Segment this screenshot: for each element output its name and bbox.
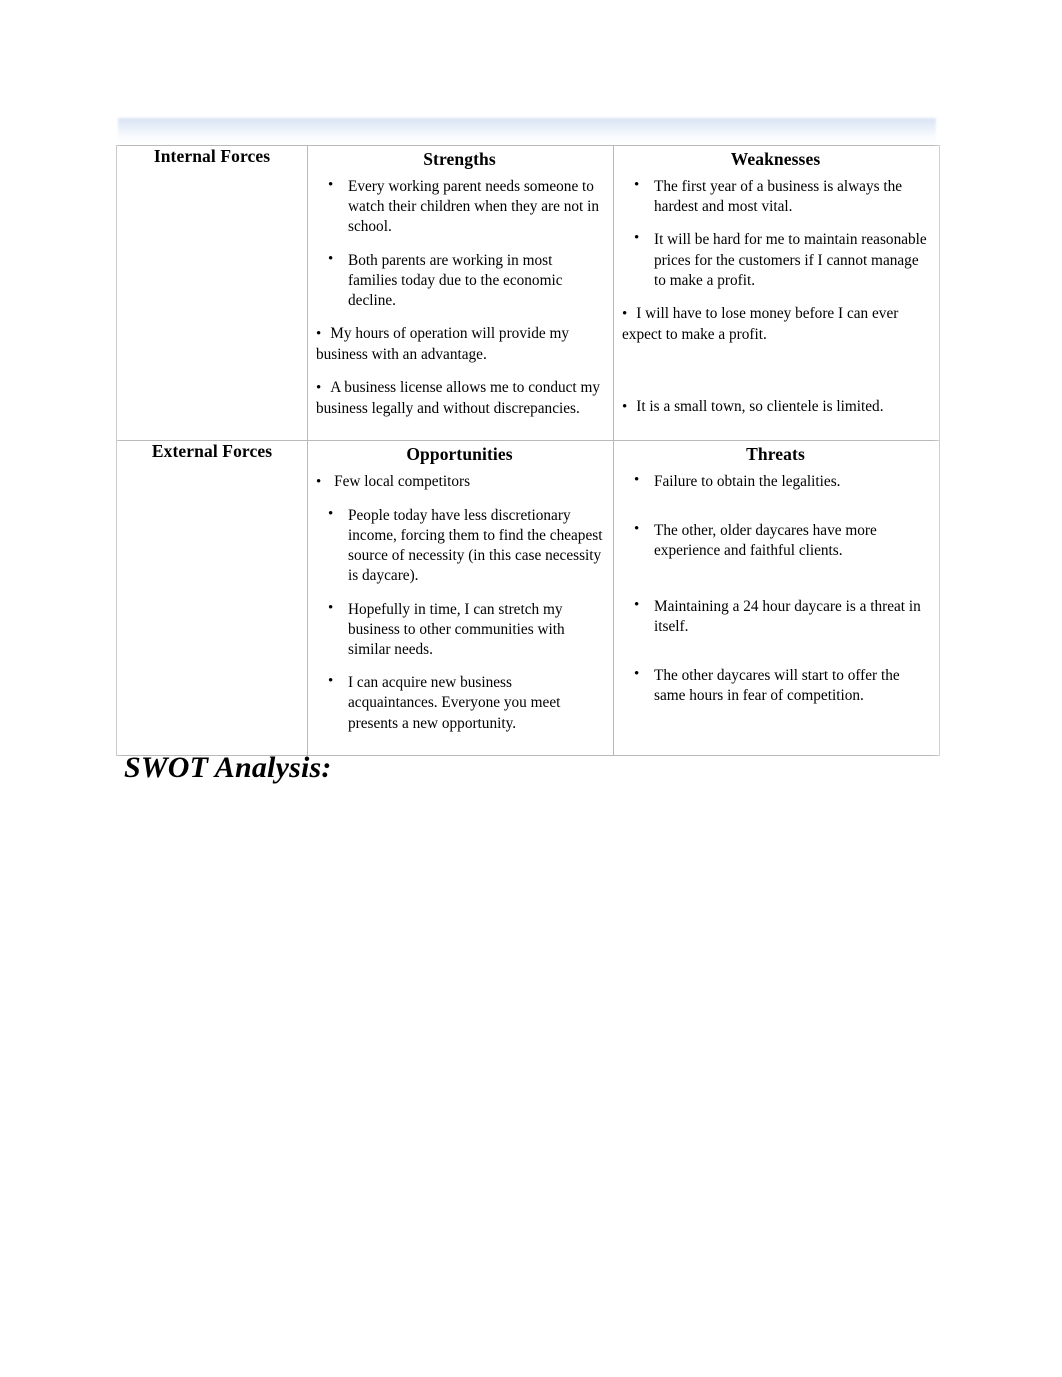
list-item: People today have less discretionary inc… [316, 505, 603, 587]
list-item: It will be hard for me to maintain reaso… [622, 229, 929, 291]
list-item: Maintaining a 24 hour daycare is a threa… [622, 596, 929, 637]
list-item: Hopefully in time, I can stretch my busi… [316, 599, 603, 661]
forces-label-internal: Internal Forces [116, 144, 308, 442]
quadrant-strengths: Strengths Every working parent needs som… [307, 144, 614, 442]
list-item-text: People today have less discretionary inc… [348, 506, 603, 585]
table-row: External Forces Opportunities Few local … [116, 440, 940, 756]
bullet-icon [316, 379, 330, 396]
quadrant-opportunities: Opportunities Few local competitors Peop… [307, 440, 614, 756]
list-item-text: A business license allows me to conduct … [316, 379, 601, 417]
quadrant-title-threats: Threats [746, 444, 805, 465]
list-item: I will have to lose money before I can e… [622, 304, 929, 345]
list-item-text: The other daycares will start to offer t… [654, 667, 900, 705]
bullet-icon [316, 473, 334, 490]
list-item-text: Maintaining a 24 hour daycare is a threa… [654, 597, 921, 635]
quadrant-title-weaknesses: Weaknesses [730, 149, 821, 169]
bullet-list-weaknesses: The first year of a business is always t… [622, 176, 929, 418]
quadrant-threats: Threats Failure to obtain the legalities… [613, 440, 940, 756]
bullet-icon [622, 398, 636, 415]
list-item: I can acquire new business acquaintances… [316, 672, 603, 734]
list-item: Both parents are working in most familie… [316, 250, 603, 312]
list-item-text: It is a small town, so clientele is limi… [636, 397, 884, 415]
list-item: A business license allows me to conduct … [316, 378, 603, 419]
list-item: The first year of a business is always t… [622, 176, 929, 217]
list-item-text: Hopefully in time, I can stretch my busi… [348, 600, 565, 659]
list-item-text: My hours of operation will provide my bu… [316, 325, 570, 363]
list-item-text: Both parents are working in most familie… [348, 251, 563, 309]
page-title: SWOT Analysis: [124, 751, 332, 784]
list-item-text: I can acquire new business acquaintances… [348, 674, 561, 732]
forces-label-external: External Forces [116, 440, 308, 756]
list-item: The other, older daycares have more expe… [622, 520, 929, 561]
list-item: My hours of operation will provide my bu… [316, 324, 603, 365]
list-item-text: I will have to lose money before I can e… [622, 304, 899, 343]
bullet-icon [316, 325, 330, 342]
list-item-text: It will be hard for me to maintain reaso… [654, 231, 927, 289]
bullet-list-opportunities: Few local competitors People today have … [316, 472, 603, 734]
swot-matrix-table: Internal Forces Strengths Every working … [116, 144, 940, 756]
quadrant-weaknesses: Weaknesses The first year of a business … [613, 144, 940, 442]
list-item: It is a small town, so clientele is limi… [622, 397, 929, 418]
list-item: The other daycares will start to offer t… [622, 665, 929, 706]
document-page: Internal Forces Strengths Every working … [0, 0, 1062, 1377]
list-item: Every working parent needs someone to wa… [316, 176, 603, 238]
list-item-text: Failure to obtain the legalities. [654, 473, 841, 491]
list-item-text: Every working parent needs someone to wa… [348, 178, 600, 236]
bullet-icon [622, 305, 636, 322]
list-item: Failure to obtain the legalities. [622, 471, 929, 492]
quadrant-title-strengths: Strengths [423, 149, 496, 169]
bullet-list-strengths: Every working parent needs someone to wa… [316, 176, 603, 419]
header-gradient-band [118, 118, 936, 146]
quadrant-title-opportunities: Opportunities [406, 444, 513, 465]
list-item-text: The other, older daycares have more expe… [654, 522, 877, 560]
list-item: Few local competitors [316, 472, 603, 493]
list-item-text: The first year of a business is always t… [654, 178, 903, 216]
list-item-text: Few local competitors [334, 473, 471, 491]
bullet-list-threats: Failure to obtain the legalities. The ot… [622, 471, 929, 706]
table-row: Internal Forces Strengths Every working … [116, 144, 940, 442]
